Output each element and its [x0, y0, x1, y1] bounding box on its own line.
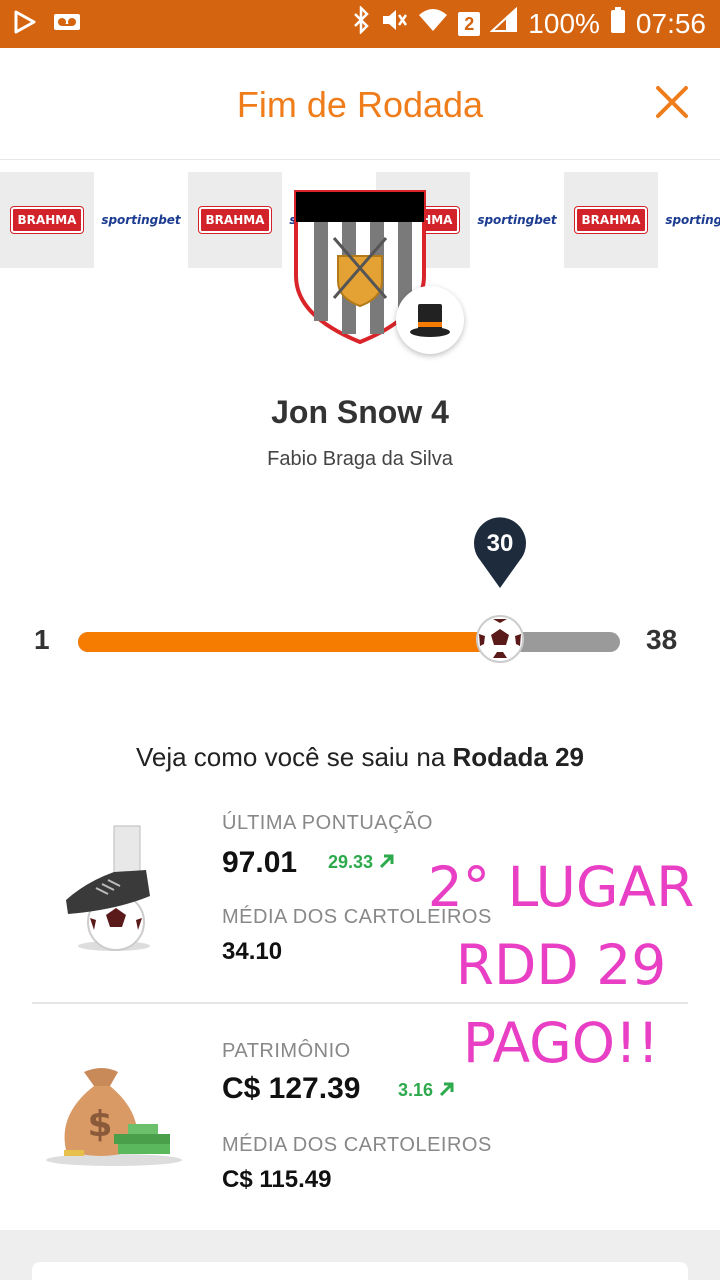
patrimonio-label: PATRIMÔNIO	[222, 1040, 351, 1062]
clock: 07:56	[635, 7, 706, 39]
sponsor-brahma: BRAHMA	[0, 172, 94, 268]
sponsor-sportingbet: sportingbet	[94, 172, 188, 268]
sim-badge: 2	[458, 11, 481, 36]
arrow-up-right-icon	[380, 854, 394, 869]
arrow-up-right-icon	[440, 1082, 454, 1097]
round-summary-text: Veja como você se saiu na Rodada 29	[135, 742, 585, 772]
bluetooth-icon	[352, 4, 370, 41]
money-bag-illustration: $	[44, 1064, 184, 1168]
sponsor-brahma: BRAHMA	[188, 172, 282, 268]
play-store-icon	[14, 10, 36, 39]
soccer-ball-icon	[475, 614, 525, 664]
owner-name: Fabio Braga da Silva	[267, 448, 453, 470]
team-name: Jon Snow 4	[271, 394, 449, 430]
round-label: Rodada 29	[452, 742, 585, 772]
round-progress-fill	[78, 632, 501, 652]
patrimonio-value: C$ 127.39	[222, 1072, 361, 1105]
progress-start-label: 1	[34, 624, 50, 655]
patrimonio-delta: 3.16	[398, 1080, 456, 1101]
overlay-line-1: 2° LUGAR	[427, 855, 695, 919]
voicemail-icon	[52, 10, 82, 39]
overlay-annotation: 2° LUGAR RDD 29 PAGO!!	[416, 848, 706, 1082]
sponsor-sportingbet: sportingbet	[470, 172, 564, 268]
page-title: Fim de Rodada	[236, 84, 484, 125]
app-header: Fim de Rodada	[0, 48, 720, 160]
overlay-line-3: PAGO!!	[462, 1011, 660, 1075]
signal-icon	[489, 6, 518, 40]
bottom-card[interactable]	[32, 1262, 688, 1280]
last-score-label: ÚLTIMA PONTUAÇÃO	[222, 812, 433, 834]
mute-icon	[380, 6, 408, 41]
sponsor-brahma: BRAHMA	[564, 172, 658, 268]
top-hat-badge	[396, 286, 464, 354]
close-icon	[656, 86, 688, 118]
avg-patrimonio-label: MÉDIA DOS CARTOLEIROS	[222, 1134, 492, 1156]
boot-ball-illustration	[56, 822, 156, 954]
avg-score-value: 34.10	[222, 938, 283, 965]
wifi-icon	[418, 7, 448, 40]
progress-end-label: 38	[646, 624, 678, 655]
current-round-label: 30	[486, 530, 514, 557]
last-score-value: 97.01	[222, 846, 298, 879]
avg-patrimonio-value: C$ 115.49	[222, 1166, 332, 1193]
overlay-line-2: RDD 29	[455, 933, 667, 997]
round-progress-bar	[78, 632, 620, 652]
battery-icon	[610, 6, 626, 41]
top-hat-icon	[410, 304, 450, 337]
battery-percentage: 100%	[528, 7, 600, 39]
sponsor-sportingbet: sportingbet	[658, 172, 720, 268]
last-score-delta: 29.33	[328, 852, 396, 873]
close-button[interactable]	[654, 84, 690, 120]
svg-text:$: $	[87, 1104, 112, 1145]
status-bar: 2 100% 07:56	[0, 0, 720, 48]
